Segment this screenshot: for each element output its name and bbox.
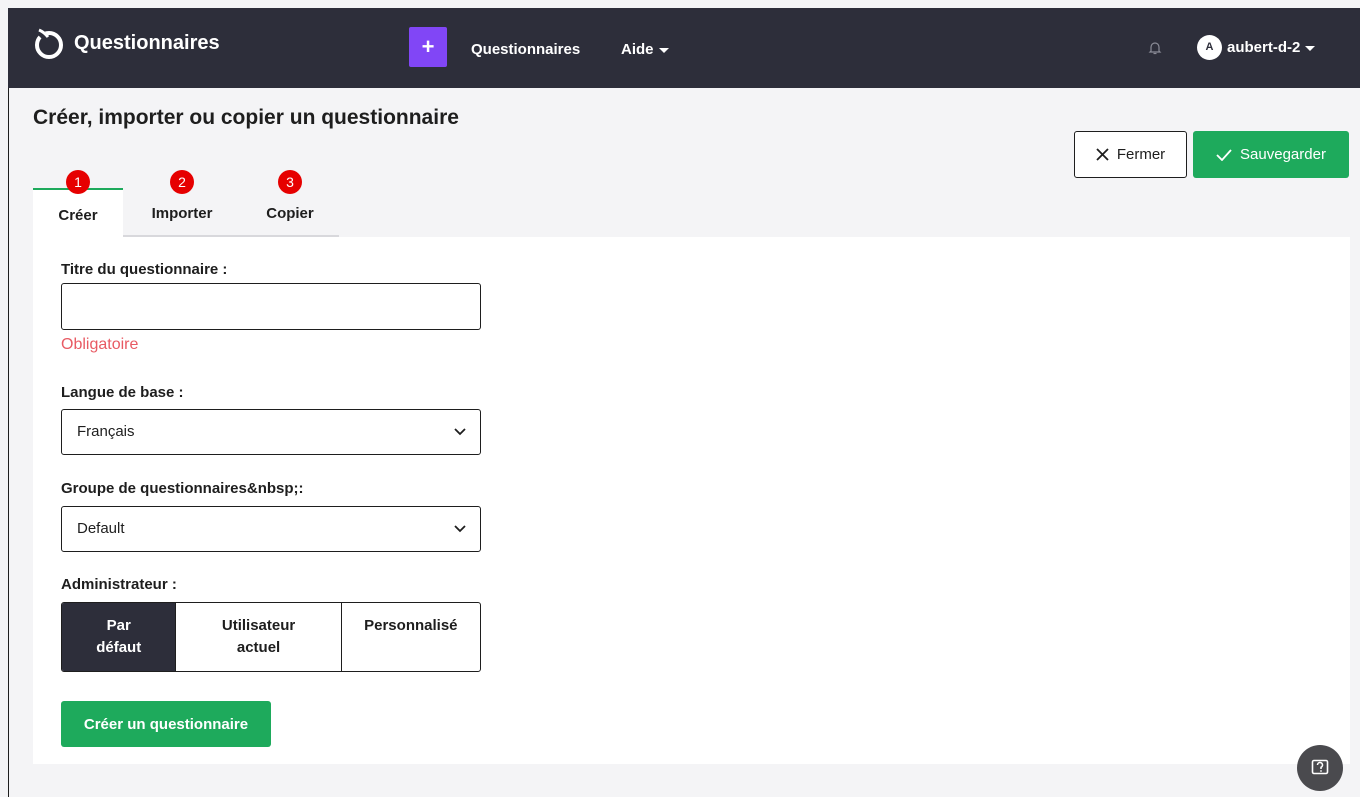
save-button-label: Sauvegarder — [1240, 146, 1326, 163]
title-field-label: Titre du questionnaire : — [61, 261, 228, 278]
top-navbar: Questionnaires + Questionnaires Aide A a… — [8, 8, 1360, 88]
group-select[interactable]: Default — [61, 506, 481, 552]
chevron-down-icon — [454, 525, 466, 533]
group-selected-value: Default — [77, 520, 125, 537]
admin-option-custom[interactable]: Personnalisé — [342, 603, 480, 671]
create-plus-button[interactable]: + — [409, 27, 447, 67]
admin-option-default[interactable]: Par défaut — [62, 603, 177, 671]
tab-bar: Créer Importer Copier — [33, 188, 339, 237]
nav-aide-label: Aide — [621, 41, 654, 58]
language-select[interactable]: Français — [61, 409, 481, 455]
bell-icon[interactable] — [1148, 40, 1162, 56]
admin-option-custom-line1: Personnalisé — [364, 617, 458, 634]
close-button-label: Fermer — [1116, 146, 1166, 163]
avatar[interactable]: A — [1197, 35, 1222, 60]
caret-down-icon — [658, 47, 669, 53]
tab-label: Créer — [58, 207, 98, 224]
tab-label: Importer — [151, 205, 213, 222]
admin-field-label: Administrateur : — [61, 576, 177, 593]
tab-creer[interactable]: Créer — [33, 188, 123, 237]
language-selected-value: Français — [77, 423, 135, 440]
create-survey-button[interactable]: Créer un questionnaire — [61, 701, 271, 747]
caret-down-icon — [1305, 45, 1316, 51]
help-icon — [1311, 759, 1329, 775]
step-badge-1: 1 — [66, 170, 90, 194]
username: aubert-d-2 — [1227, 39, 1301, 56]
title-error-text: Obligatoire — [61, 336, 139, 353]
title-input[interactable] — [61, 283, 481, 330]
brand[interactable]: Questionnaires — [32, 26, 220, 60]
close-button[interactable]: Fermer — [1074, 131, 1187, 178]
admin-option-default-line1: Par — [106, 617, 131, 634]
tab-importer[interactable]: Importer — [123, 188, 241, 237]
admin-option-current-line1: Utilisateur — [221, 617, 296, 634]
tab-copier[interactable]: Copier — [241, 188, 339, 237]
step-badge-3: 3 — [278, 170, 302, 194]
tab-label: Copier — [266, 205, 314, 222]
save-button[interactable]: Sauvegarder — [1193, 131, 1349, 178]
user-menu[interactable]: aubert-d-2 — [1227, 39, 1316, 56]
brand-name: Questionnaires — [74, 31, 220, 54]
admin-option-current-line2: actuel — [236, 639, 281, 656]
admin-option-default-line2: défaut — [96, 639, 142, 656]
admin-segmented-control: Par défaut Utilisateur actuel Personnali… — [61, 602, 481, 672]
nav-aide-dropdown[interactable]: Aide — [621, 41, 669, 58]
check-icon — [1216, 148, 1232, 161]
page-title: Créer, importer ou copier un questionnai… — [33, 106, 459, 129]
chevron-down-icon — [454, 428, 466, 436]
language-field-label: Langue de base : — [61, 384, 184, 401]
step-badge-2: 2 — [170, 170, 194, 194]
logo-icon — [35, 27, 63, 59]
nav-questionnaires-link[interactable]: Questionnaires — [471, 41, 580, 58]
group-field-label: Groupe de questionnaires&nbsp;: — [61, 480, 304, 497]
help-chat-button[interactable] — [1297, 745, 1343, 791]
close-icon — [1096, 148, 1109, 161]
admin-option-current-user[interactable]: Utilisateur actuel — [176, 603, 342, 671]
